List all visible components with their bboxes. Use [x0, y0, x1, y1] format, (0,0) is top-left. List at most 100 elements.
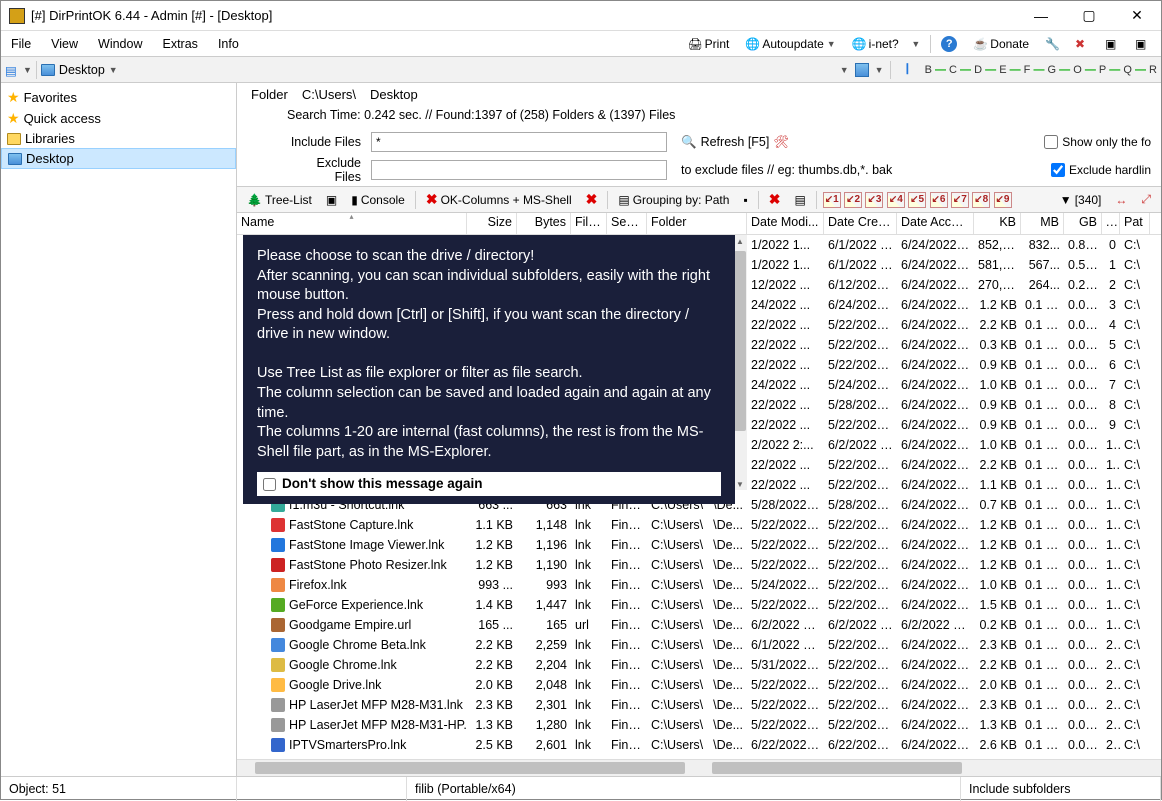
drive-B[interactable]: B	[925, 64, 932, 76]
col-header[interactable]: Date Creat...	[824, 213, 897, 234]
ok-columns-button[interactable]: ✖OK-Columns + MS-Shell	[422, 189, 576, 210]
scroll-up-icon[interactable]: ▲	[733, 235, 747, 247]
table-row[interactable]: IPTVSmartersPro.lnk2.5 KB2,601lnkFind...…	[237, 735, 1161, 755]
minimize-button[interactable]: —	[1025, 4, 1057, 28]
inet-button[interactable]: 🌐i-net? ▼	[846, 35, 927, 53]
filter-button[interactable]: ▼[340]	[1056, 191, 1106, 209]
console-button[interactable]: ▮Console	[347, 191, 409, 209]
search-icon[interactable]: 🔍	[681, 135, 697, 150]
drive-Q[interactable]: Q	[1123, 64, 1132, 76]
menu-extras[interactable]: Extras	[153, 33, 208, 55]
list-icon[interactable]: ▤	[5, 63, 19, 77]
drive-E[interactable]: E	[999, 64, 1006, 76]
close-button[interactable]: ✕	[1121, 4, 1153, 28]
drive-G[interactable]: G	[1048, 64, 1057, 76]
arr-lr-button[interactable]: ↔	[1111, 191, 1131, 209]
delete-button[interactable]: ✖	[765, 189, 785, 210]
drive-D[interactable]: D	[974, 64, 982, 76]
scrollbar-thumb[interactable]	[734, 251, 746, 431]
col-header[interactable]: KB	[974, 213, 1021, 234]
path-desktop[interactable]: Desktop	[370, 87, 418, 102]
table-row[interactable]: FastStone Photo Resizer.lnk1.2 KB1,190ln…	[237, 555, 1161, 575]
preset-5-button[interactable]: ↙5	[908, 192, 926, 208]
autoupdate-button[interactable]: 🌐Autoupdate▼	[739, 35, 841, 53]
table-row[interactable]: FastStone Image Viewer.lnk1.2 KB1,196lnk…	[237, 535, 1161, 555]
chevron-down-icon[interactable]: ▼	[23, 65, 32, 75]
table-row[interactable]: Google Chrome.lnk2.2 KB2,204lnkFind...C:…	[237, 655, 1161, 675]
preset-1-button[interactable]: ↙1	[823, 192, 841, 208]
preset-6-button[interactable]: ↙6	[930, 192, 948, 208]
maximize-button[interactable]: ▢	[1073, 4, 1105, 28]
preset-8-button[interactable]: ↙8	[972, 192, 990, 208]
scroll-down-icon[interactable]: ▼	[733, 478, 747, 490]
col-header[interactable]: Size	[467, 213, 517, 234]
table-row[interactable]: Goodgame Empire.url165 ...165urlFind...C…	[237, 615, 1161, 635]
table-row[interactable]: GeForce Experience.lnk1.4 KB1,447lnkFind…	[237, 595, 1161, 615]
maximize-cols-button[interactable]: ⤢	[1137, 190, 1155, 209]
col-header[interactable]: Date Modi...	[747, 213, 824, 234]
col-header[interactable]: Folder	[647, 213, 747, 234]
nav-favorites[interactable]: ★Favorites	[1, 87, 236, 108]
monitor-icon[interactable]	[855, 63, 869, 77]
menu-info[interactable]: Info	[208, 33, 249, 55]
col-header[interactable]: File e...	[571, 213, 607, 234]
tool-1-button[interactable]: 🔧	[1039, 35, 1065, 53]
print-button[interactable]: 🖨Print	[682, 35, 736, 53]
help-button[interactable]: ?	[935, 34, 963, 54]
table-row[interactable]: Google Chrome Beta.lnk2.2 KB2,259lnkFind…	[237, 635, 1161, 655]
h-scrollbar[interactable]	[237, 759, 1161, 776]
exclude-hardlinks-checkbox[interactable]: Exclude hardlin	[1051, 163, 1151, 177]
preset-3-button[interactable]: ↙3	[865, 192, 883, 208]
nav-quick-access[interactable]: ★Quick access	[1, 108, 236, 129]
list-body[interactable]: 1/2022 1...6/1/2022 1...6/24/2022 ...852…	[237, 235, 1161, 759]
table-row[interactable]: HP LaserJet MFP M28-M31.lnk2.3 KB2,301ln…	[237, 695, 1161, 715]
table-row[interactable]: Google Drive.lnk2.0 KB2,048lnkFind...C:\…	[237, 675, 1161, 695]
menu-window[interactable]: Window	[88, 33, 152, 55]
donate-button[interactable]: ☕Donate	[967, 35, 1035, 53]
path-users[interactable]: C:\Users\	[302, 87, 356, 102]
path-folder-label[interactable]: Folder	[251, 87, 288, 102]
grouping-button[interactable]: ▤Grouping by: Path	[614, 191, 733, 209]
chevron-down-icon[interactable]: ▼	[109, 65, 118, 75]
toggle-1[interactable]: ▣	[322, 191, 341, 209]
preset-7-button[interactable]: ↙7	[951, 192, 969, 208]
show-only-checkbox[interactable]: Show only the fo	[1044, 135, 1151, 149]
preset-2-button[interactable]: ↙2	[844, 192, 862, 208]
wrench-icon[interactable]: 🛠	[773, 135, 789, 150]
col-header[interactable]: Pat	[1120, 213, 1150, 234]
copy-button[interactable]: ▤	[790, 191, 809, 209]
table-row[interactable]: HP LaserJet MFP M28-M31-HP...1.3 KB1,280…	[237, 715, 1161, 735]
drive-R[interactable]: R	[1149, 64, 1157, 76]
refresh-button[interactable]: Refresh [F5]	[701, 135, 770, 149]
col-header[interactable]: ...	[1102, 213, 1120, 234]
group-opt-button[interactable]: ▪	[739, 191, 751, 209]
col-header[interactable]: Bytes	[517, 213, 571, 234]
exclude-input[interactable]	[371, 160, 667, 180]
col-header[interactable]: MB	[1021, 213, 1064, 234]
preset-9-button[interactable]: ↙9	[994, 192, 1012, 208]
tool-2-button[interactable]: ✖	[1069, 35, 1095, 53]
include-input[interactable]	[371, 132, 667, 152]
drive-C[interactable]: C	[949, 64, 957, 76]
tree-list-button[interactable]: 🌲Tree-List	[243, 191, 316, 209]
dont-show-checkbox[interactable]	[263, 478, 276, 491]
col-header[interactable]: Date Acces...	[897, 213, 974, 234]
nav-libraries[interactable]: Libraries	[1, 129, 236, 148]
tool-3-button[interactable]: ▣	[1099, 35, 1125, 53]
preset-4-button[interactable]: ↙4	[887, 192, 905, 208]
tool-4-button[interactable]: ▣	[1129, 35, 1155, 53]
menu-view[interactable]: View	[41, 33, 88, 55]
chevron-down-icon[interactable]: ▼	[875, 65, 884, 75]
nav-desktop[interactable]: Desktop	[1, 148, 236, 169]
chevron-down-icon[interactable]: ▼	[840, 65, 849, 75]
table-row[interactable]: Firefox.lnk993 ...993lnkFind...C:\Users\…	[237, 575, 1161, 595]
menu-file[interactable]: File	[1, 33, 41, 55]
col-header[interactable]: Name▴	[237, 213, 467, 234]
col-header[interactable]: GB	[1064, 213, 1102, 234]
list-header[interactable]: Name▴SizeBytesFile e...Sea...FolderDate …	[237, 213, 1161, 235]
toggle-2[interactable]: ✖	[582, 189, 602, 210]
align-icon[interactable]: ⎹⎸	[897, 63, 919, 76]
table-row[interactable]: FastStone Capture.lnk1.1 KB1,148lnkFind.…	[237, 515, 1161, 535]
col-header[interactable]: Sea...	[607, 213, 647, 234]
drive-O[interactable]: O	[1073, 64, 1082, 76]
